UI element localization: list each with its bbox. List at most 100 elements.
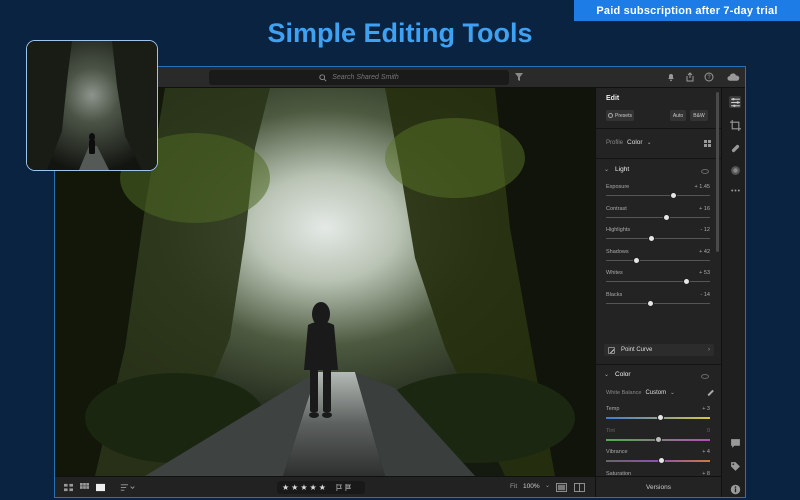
versions-button[interactable]: Versions [595,476,721,497]
slider-label: Exposure [606,184,630,190]
slider-blacks[interactable]: Blacks - 14 [606,292,710,312]
flag-pick-icon[interactable] [336,484,343,491]
slider-track[interactable] [606,303,710,304]
slider-track[interactable] [606,195,710,196]
presets-button[interactable]: Presets [606,110,634,121]
mask-icon[interactable] [729,164,741,176]
eye-icon[interactable] [701,169,709,174]
color-section-header[interactable]: ⌄ Color [604,371,631,378]
white-balance-label: White Balance [606,390,642,396]
crop-icon[interactable] [729,119,741,131]
profile-value: Color [627,139,643,146]
square-grid-icon[interactable] [79,482,89,493]
slider-track[interactable] [606,281,710,283]
slider-handle[interactable] [662,213,670,221]
fit-label[interactable]: Fit [510,483,517,490]
slider-label: Whites [606,270,623,277]
profile-row[interactable]: Profile Color ⌄ [606,139,652,146]
slider-vibrance[interactable]: Vibrance + 4 [606,449,710,469]
chevron-down-icon: ⌄ [604,372,610,378]
tag-icon[interactable] [729,460,741,472]
slider-exposure[interactable]: Exposure + 1.45 [606,184,710,204]
light-section-header[interactable]: ⌄ Light [604,166,629,173]
zoom-level[interactable]: 100% [523,483,540,490]
slider-handle[interactable] [682,278,690,286]
slider-temp[interactable]: Temp + 3 [606,406,710,426]
edit-panel-title: Edit [606,95,620,102]
slider-handle[interactable] [657,457,665,465]
star-icon[interactable]: ★ [310,483,317,492]
thumbnail-photo [27,41,157,170]
slider-handle[interactable] [648,235,656,243]
white-balance-row[interactable]: White Balance Custom ⌄ [606,389,714,397]
curve-icon [608,346,615,354]
profile-browser-icon[interactable] [704,140,711,147]
star-icon[interactable]: ★ [291,483,298,492]
star-icon[interactable]: ★ [319,483,326,492]
slider-value[interactable]: + 3 [702,406,710,412]
flag-reject-icon[interactable] [345,484,352,491]
presets-label: Presets [615,112,632,119]
grid-view-icon[interactable] [63,482,73,493]
star-rating[interactable]: ★ ★ ★ ★ ★ [282,483,326,492]
slider-handle[interactable] [656,414,664,421]
star-icon[interactable]: ★ [300,483,307,492]
slider-track[interactable] [606,216,710,218]
slider-track[interactable] [606,238,710,240]
search-input[interactable]: Search Shared Smith [209,70,509,85]
help-icon[interactable]: ? [703,71,715,83]
slider-handle[interactable] [670,192,678,199]
more-icon[interactable] [729,184,741,196]
cloud-icon[interactable] [725,71,741,83]
sort-icon[interactable] [119,482,137,493]
eyedropper-icon[interactable] [707,389,714,397]
slider-track[interactable] [606,259,710,261]
slider-label: Vibrance [606,449,628,456]
bell-icon[interactable] [665,71,677,83]
slider-value[interactable]: - 12 [701,227,710,233]
healing-icon[interactable] [729,142,741,154]
slider-value[interactable]: + 1.45 [695,184,710,190]
comment-icon[interactable] [729,437,741,449]
light-heading: Light [615,166,630,173]
slider-label: Highlights [606,227,631,234]
color-heading: Color [615,371,631,378]
compare-icon[interactable] [555,482,567,493]
white-balance-value: Custom [645,390,667,396]
right-tool-rail [721,88,745,497]
info-icon[interactable] [729,483,741,495]
point-curve-row[interactable]: Point Curve › [604,344,714,356]
edit-panel: Edit Presets Auto B&W Profile Color ⌄ ⌄ … [595,88,721,486]
thumbnail-preview[interactable] [26,40,158,171]
slider-whites[interactable]: Whites + 53 [606,270,710,290]
slider-value[interactable]: + 4 [702,449,710,455]
slider-label: Contrast [606,205,627,212]
slider-value[interactable]: 0 [707,428,710,434]
panel-scrollbar[interactable] [716,92,719,252]
chevron-down-icon[interactable]: ⌄ [545,482,550,489]
slider-contrast[interactable]: Contrast + 16 [606,206,710,226]
slider-label: Blacks [606,292,623,298]
slider-handle[interactable] [632,256,640,264]
slider-value[interactable]: + 53 [699,270,710,276]
sliders-icon[interactable] [729,96,741,108]
slider-value[interactable]: - 14 [701,292,710,298]
slider-handle[interactable] [654,435,662,443]
eye-icon[interactable] [701,374,709,379]
filter-icon[interactable] [513,71,525,83]
search-icon [319,73,327,82]
chevron-down-icon: ⌄ [670,390,675,396]
slider-value[interactable]: + 42 [699,249,710,255]
auto-button[interactable]: Auto [670,110,686,121]
share-icon[interactable] [684,71,696,83]
slider-label: Tint [606,427,615,434]
slider-highlights[interactable]: Highlights - 12 [606,227,710,247]
star-icon[interactable]: ★ [282,483,289,492]
single-view-icon[interactable] [95,482,105,493]
before-after-icon[interactable] [573,482,585,493]
slider-shadows[interactable]: Shadows + 42 [606,249,710,269]
slider-value[interactable]: + 16 [699,206,710,212]
slider-handle[interactable] [647,300,655,307]
slider-tint[interactable]: Tint 0 [606,428,710,448]
bw-button[interactable]: B&W [690,110,708,121]
